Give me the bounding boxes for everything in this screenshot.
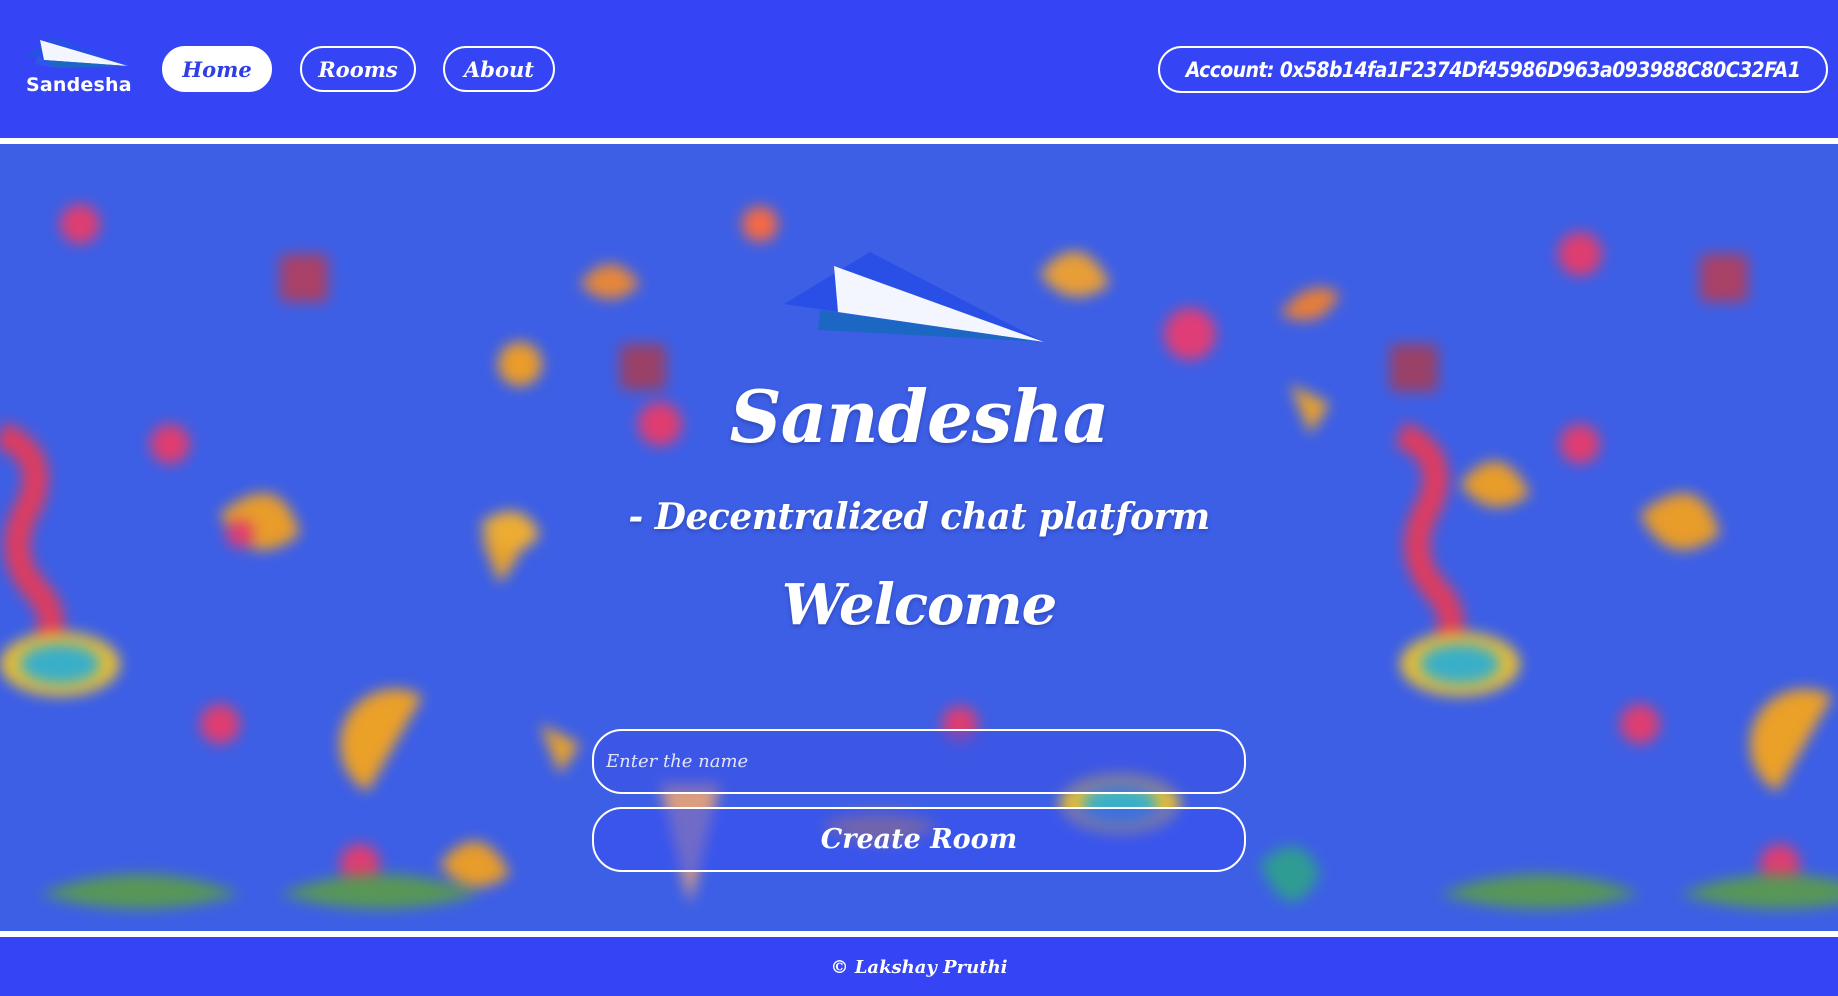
hero-paper-plane-icon: [784, 252, 1044, 342]
brand-logo[interactable]: Sandesha: [20, 34, 132, 98]
hero-section: Sandesha - Decentralized chat platform W…: [0, 144, 1838, 931]
create-room-button[interactable]: Create Room: [592, 807, 1246, 872]
nav-about-button[interactable]: About: [443, 46, 555, 92]
footer: © Lakshay Pruthi: [0, 937, 1838, 996]
paper-plane-icon: [24, 36, 128, 68]
account-badge: Account: 0x58b14fa1F2374Df45986D963a0939…: [1158, 46, 1828, 93]
nav-rooms-button[interactable]: Rooms: [300, 46, 416, 92]
room-name-input[interactable]: [592, 729, 1246, 794]
brand-name: Sandesha: [26, 74, 132, 96]
top-navbar: Sandesha Home Rooms About Account: 0x58b…: [0, 0, 1838, 138]
nav-home-button[interactable]: Home: [162, 46, 272, 92]
footer-copyright: © Lakshay Pruthi: [830, 957, 1008, 978]
welcome-heading: Welcome: [781, 572, 1058, 638]
hero-title: Sandesha: [729, 374, 1110, 459]
hero-subtitle: - Decentralized chat platform: [628, 496, 1210, 538]
